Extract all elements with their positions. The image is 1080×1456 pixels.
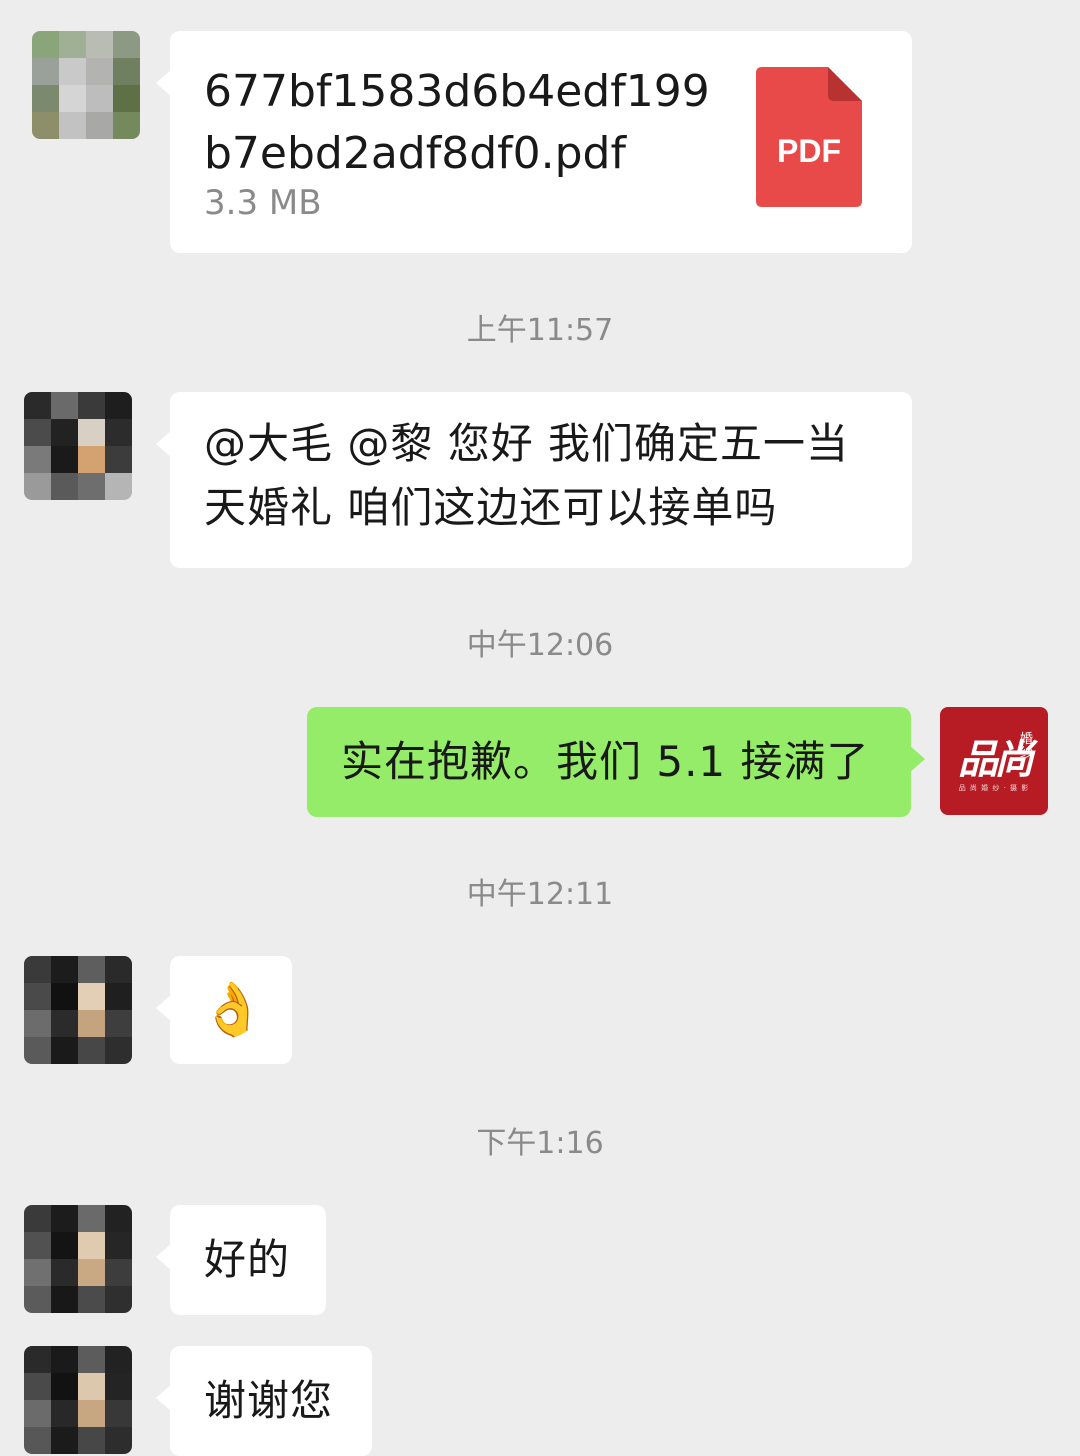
timestamp: 中午12:06 [466,628,614,663]
contact-avatar[interactable] [24,1346,132,1454]
message-row-outgoing: 实在抱歉。我们 5.1 接满了 [0,707,1080,819]
contact-avatar[interactable] [24,392,132,500]
contact-avatar[interactable] [24,1205,132,1313]
outgoing-message-bubble[interactable]: 实在抱歉。我们 5.1 接满了 [307,707,925,817]
file-name: 677bf1583d6b4edf199b7ebd2adf8df0.pdf [204,66,710,179]
contact-avatar[interactable] [24,956,132,1064]
message-text: 谢谢您 [204,1376,334,1425]
message-row: @大毛 @黎 您好 我们确定五一当天婚礼 咱们这边还可以接单吗 [0,392,1080,572]
text-message-bubble[interactable]: @大毛 @黎 您好 我们确定五一当天婚礼 咱们这边还可以接单吗 [156,392,912,568]
file-size: 3.3 MB [204,183,322,223]
timestamp: 上午11:57 [466,313,614,348]
text-message-bubble[interactable]: 好的 [156,1205,326,1315]
logo-subtitle: 品 尚 婚 纱 · 摄 影 [958,784,1030,792]
message-row: 谢谢您 [0,1346,1080,1456]
message-text: 实在抱歉。我们 5.1 接满了 [341,737,870,786]
ok-hand-emoji: 👌 [200,980,265,1040]
contact-avatar[interactable] [32,31,140,139]
message-row-file: 677bf1583d6b4edf199b7ebd2adf8df0.pdf 3.3… [0,0,1080,270]
logo-badge: 婚纱 [1020,732,1034,761]
message-text: @大毛 @黎 您好 我们确定五一当天婚礼 咱们这边还可以接单吗 [204,419,850,532]
file-message-bubble[interactable]: 677bf1583d6b4edf199b7ebd2adf8df0.pdf 3.3… [156,31,912,253]
self-avatar[interactable]: 品尚 婚纱 品 尚 婚 纱 · 摄 影 [940,707,1048,815]
message-row: 好的 [0,1205,1080,1317]
emoji-message-bubble[interactable]: 👌 [156,956,292,1064]
timestamp: 下午1:16 [476,1126,604,1161]
message-text: 好的 [204,1235,291,1284]
timestamp: 中午12:11 [466,877,614,912]
pdf-icon-label: PDF [777,133,841,169]
pdf-file-icon: PDF [756,67,862,207]
message-row: 👌 [0,956,1080,1068]
